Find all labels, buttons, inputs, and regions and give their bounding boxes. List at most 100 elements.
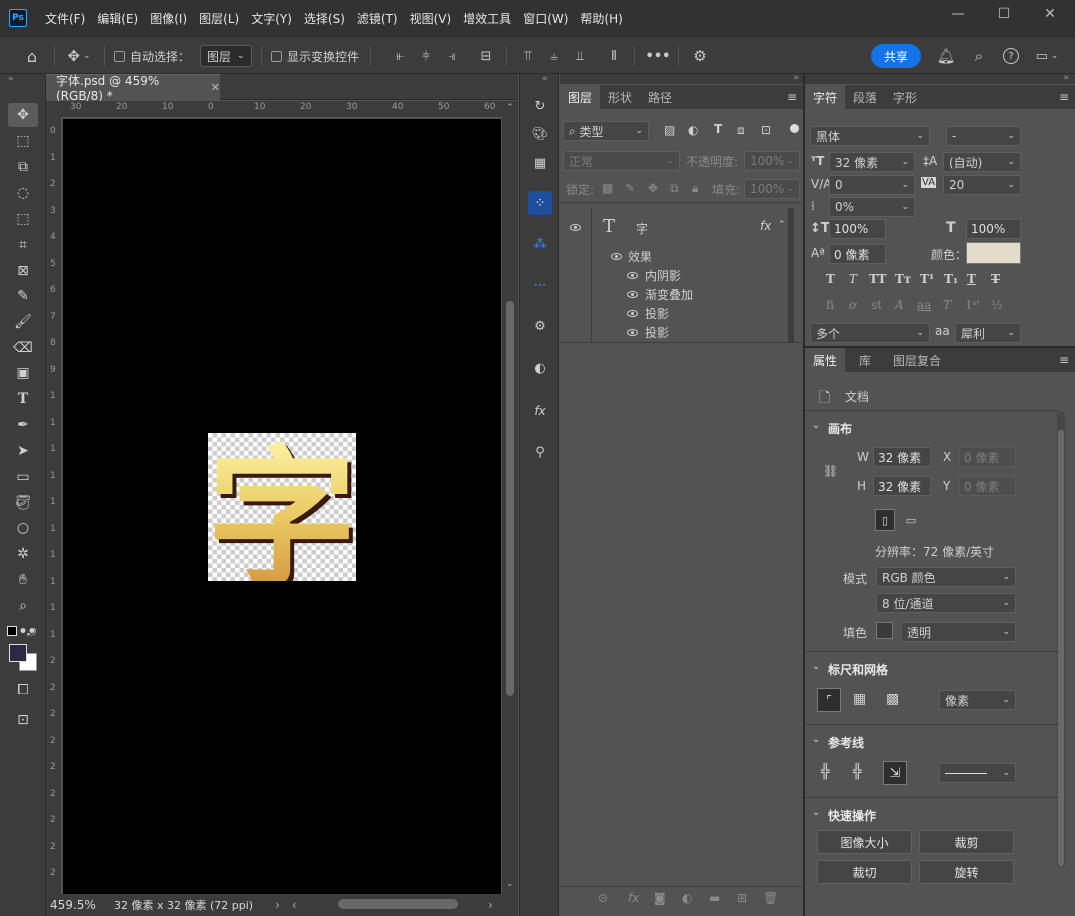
history-icon[interactable]: ↻ (528, 94, 552, 118)
menu-edit[interactable]: 编辑(E) (91, 10, 144, 27)
menu-window[interactable]: 窗口(W) (517, 10, 574, 27)
collapse-effects-icon[interactable]: ⌃ (778, 220, 786, 230)
new-group-icon[interactable]: ▬ (709, 891, 720, 905)
workspace-icon[interactable]: ▭ ⌄ (1030, 37, 1064, 75)
zoom-tool-icon[interactable]: ⌕ (8, 594, 38, 618)
tab-character[interactable]: 字符 (805, 85, 846, 109)
eyedropper-tool-icon[interactable]: ✎ (8, 284, 38, 308)
chevron-down-icon[interactable]: ⌄ (812, 734, 820, 745)
filter-type-icon[interactable]: T (714, 122, 722, 136)
filter-shape-icon[interactable]: ⧈ (737, 123, 745, 138)
vertical-scale-field[interactable]: 100% (829, 219, 886, 239)
tab-glyphs[interactable]: 字形 (885, 85, 925, 109)
ruler-toggle-icon[interactable]: ⌜ (817, 688, 841, 712)
tsume-field[interactable]: 0% ⌄ (829, 197, 915, 217)
home-icon[interactable]: ⌂ (20, 37, 44, 75)
align-bottom-icon[interactable]: ⫫ (572, 37, 588, 75)
color-mode-dropdown[interactable]: RGB 颜色 ⌄ (876, 567, 1016, 587)
guide-style-dropdown[interactable]: ⌄ (939, 763, 1016, 783)
chevron-down-icon[interactable]: ⌄ (812, 807, 820, 818)
height-field[interactable]: 32 像素 (873, 476, 931, 496)
menu-filter[interactable]: 滤镜(T) (351, 10, 404, 27)
crop-tool-icon[interactable]: ⌗ (8, 233, 38, 257)
channels-icon[interactable]: ⚙ (528, 314, 552, 338)
vertical-ruler[interactable]: 0 1 2 3 4 5 6 7 8 9 1 1 1 1 1 1 1 1 1 1 2 2 2 2 2 2 2 2 2 (46, 118, 62, 895)
lock-position-icon[interactable]: ✥ (648, 181, 658, 195)
menu-view[interactable]: 视图(V) (404, 10, 458, 27)
add-mask-icon[interactable]: ◙ (654, 891, 666, 905)
faux-italic-icon[interactable]: T (849, 272, 857, 286)
tab-paragraph[interactable]: 段落 (845, 85, 885, 109)
x-field[interactable]: 0 像素 (959, 447, 1016, 467)
fill-dropdown[interactable]: 透明 ⌄ (901, 622, 1016, 642)
new-layer-icon[interactable]: ⊞ (737, 891, 747, 905)
menu-plugins[interactable]: 增效工具 (457, 10, 517, 27)
fx-icon[interactable]: fx (760, 219, 771, 233)
align-left-icon[interactable]: ⫦ (392, 37, 408, 75)
object-select-tool-icon[interactable]: ⬚ (8, 207, 38, 231)
scroll-left-icon[interactable]: ‹ (292, 898, 297, 912)
width-field[interactable]: 32 像素 (873, 447, 931, 467)
move-tool-icon[interactable]: ✥ (8, 103, 38, 127)
guides-section-title[interactable]: 参考线 (828, 734, 864, 751)
swatches-grid-icon[interactable]: ▦ (528, 151, 552, 175)
horizontal-scale-field[interactable]: 100% (966, 219, 1021, 239)
new-adjustment-icon[interactable]: ◐ (682, 891, 692, 905)
font-family-dropdown[interactable]: 黑体 ⌄ (810, 126, 930, 146)
lock-transparency-icon[interactable]: ▩ (602, 181, 613, 195)
hand-tool-icon[interactable]: ✋︎ (8, 568, 38, 592)
quick-actions-section-title[interactable]: 快速操作 (828, 807, 876, 824)
stylistic-alternates-icon[interactable]: aa (917, 298, 931, 312)
ruler-origin[interactable] (46, 101, 62, 118)
units-dropdown[interactable]: 像素 ⌄ (939, 690, 1016, 710)
titling-icon[interactable]: T (943, 298, 951, 312)
faux-bold-icon[interactable]: T (826, 272, 835, 286)
quick-mask-icon[interactable]: ⧠ (8, 678, 38, 702)
guides-toggle-icon[interactable]: ╬ (821, 764, 829, 780)
eraser-tool-icon[interactable]: ⌫ (8, 336, 38, 360)
fill-field[interactable]: 100% ⌄ (744, 179, 800, 199)
filter-type-dropdown[interactable]: ⌕ 类型 ⌄ (563, 121, 649, 141)
menu-select[interactable]: 选择(S) (298, 10, 351, 27)
more-options-icon[interactable]: ••• (646, 37, 671, 75)
vertical-scrollbar[interactable]: ⌃ ⌄ (502, 101, 518, 894)
bit-depth-dropdown[interactable]: 8 位/通道 ⌄ (876, 593, 1016, 613)
kerning-field[interactable]: 0 ⌄ (829, 175, 915, 195)
strikethrough-icon[interactable]: T (991, 272, 1000, 286)
small-caps-icon[interactable]: Tт (895, 272, 911, 286)
baseline-shift-field[interactable]: 0 像素 (829, 244, 886, 264)
ellipse-tool-icon[interactable]: ○ (8, 516, 38, 540)
panel-menu-icon[interactable]: ≡ (1059, 90, 1069, 104)
antialias-dropdown[interactable]: 犀利 ⌄ (955, 323, 1021, 343)
gradient-tool-icon[interactable]: ▣ (8, 361, 38, 385)
menu-type[interactable]: 文字(Y) (245, 10, 298, 27)
scroll-thumb[interactable] (506, 301, 514, 696)
old-style-icon[interactable]: ơ (849, 298, 856, 312)
brush-presets-icon[interactable]: ⚲ (528, 440, 552, 464)
horizontal-scroll-thumb[interactable] (338, 899, 458, 909)
canvas[interactable]: 字 字 (63, 119, 501, 894)
y-field[interactable]: 0 像素 (959, 476, 1016, 496)
paint-bucket-tool-icon[interactable]: 🪣︎ (8, 491, 38, 515)
align-center-icon[interactable]: ⫩ (418, 37, 434, 75)
ordinals-icon[interactable]: 1ˢᵗ (965, 298, 980, 312)
maximize-icon[interactable]: ☐ (981, 0, 1027, 28)
menu-layer[interactable]: 图层(L) (193, 10, 245, 27)
image-size-button[interactable]: 图像大小 (817, 830, 912, 854)
gear-icon[interactable]: ⚙ (690, 37, 710, 75)
search-icon[interactable]: ⌕ (969, 37, 989, 75)
leading-field[interactable]: (自动) ⌄ (943, 152, 1021, 172)
move-tool-preset-icon[interactable]: ✥ ⌄ (62, 37, 96, 75)
effect-drop-shadow-2[interactable]: 投影 (645, 324, 669, 341)
fx-icon[interactable]: fx (528, 399, 552, 423)
close-tab-icon[interactable]: ✕ (211, 81, 220, 94)
align-top-icon[interactable]: ⫪ (520, 37, 536, 75)
delete-layer-icon[interactable]: 🗑︎ (763, 891, 778, 905)
ligatures-icon[interactable]: ﬁ (826, 298, 834, 312)
align-middle-icon[interactable]: ⫨ (546, 37, 562, 75)
effects-label[interactable]: 效果 (628, 248, 652, 265)
grid-toggle-icon[interactable]: ▦ (853, 691, 866, 707)
collapse-icon[interactable]: » (1063, 73, 1069, 83)
rotate-button[interactable]: 旋转 (919, 860, 1014, 884)
effect-inner-shadow[interactable]: 内阴影 (645, 267, 681, 284)
